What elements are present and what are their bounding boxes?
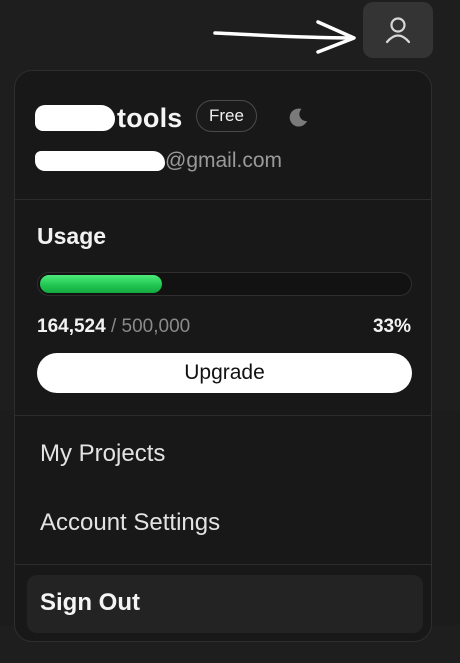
sign-out-button[interactable]: Sign Out	[27, 575, 423, 633]
usage-progress-fill	[40, 275, 162, 293]
upgrade-button[interactable]: Upgrade	[37, 353, 412, 393]
moon-icon[interactable]	[286, 106, 310, 130]
email-domain: @gmail.com	[165, 149, 283, 172]
usage-percent: 33%	[372, 316, 411, 337]
account-email: @gmail.com	[35, 147, 282, 175]
divider	[15, 199, 431, 200]
usage-used: 164,524	[37, 316, 106, 337]
redacted-brand-prefix	[35, 105, 115, 131]
usage-limit: 500,000	[121, 316, 191, 337]
plan-badge: Free	[196, 100, 257, 132]
usage-progress-bar	[37, 272, 412, 296]
usage-separator: /	[105, 316, 122, 337]
sign-out-label: Sign Out	[40, 589, 140, 616]
divider	[15, 415, 431, 416]
menu-item-account-settings[interactable]: Account Settings	[40, 509, 220, 537]
usage-count: 164,524 / 500,000	[37, 316, 190, 338]
brand-suffix: tools	[117, 102, 183, 133]
brand-name: tools	[35, 101, 183, 135]
divider	[15, 564, 431, 565]
account-dropdown-panel: tools Free @gmail.com Usage 164,524 / 50…	[14, 70, 432, 642]
account-avatar-button[interactable]	[363, 2, 433, 58]
usage-title: Usage	[37, 223, 107, 249]
menu-item-my-projects[interactable]: My Projects	[40, 440, 165, 468]
redacted-email-user	[35, 151, 165, 171]
user-icon	[385, 17, 411, 44]
